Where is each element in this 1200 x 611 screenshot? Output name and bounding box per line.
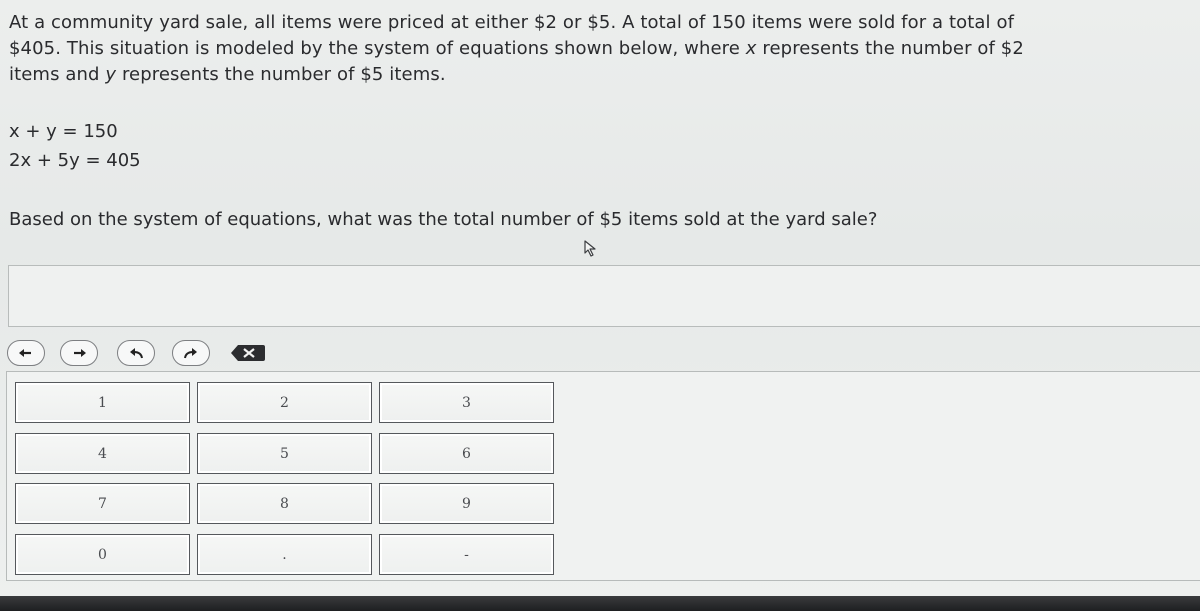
undo-button[interactable] xyxy=(117,340,155,366)
key-0[interactable]: 0 xyxy=(15,534,190,575)
key-5[interactable]: 5 xyxy=(197,433,372,474)
question-line-1: At a community yard sale, all items were… xyxy=(9,12,1015,33)
equation-system: x + y = 150 2x + 5y = 405 xyxy=(9,117,141,175)
key-3[interactable]: 3 xyxy=(379,382,554,423)
arrow-left-icon xyxy=(19,349,31,357)
question-line-3: items and y represents the number of $5 … xyxy=(9,64,446,85)
key-negative[interactable]: - xyxy=(379,534,554,575)
question-text: At a community yard sale, all items were… xyxy=(9,10,1194,88)
redo-button[interactable] xyxy=(172,340,210,366)
key-1[interactable]: 1 xyxy=(15,382,190,423)
backspace-icon xyxy=(231,345,265,361)
mouse-cursor-icon xyxy=(584,240,596,257)
question-prompt: Based on the system of equations, what w… xyxy=(9,209,878,230)
cursor-left-button[interactable] xyxy=(7,340,45,366)
redo-icon xyxy=(184,348,197,359)
equation-1: x + y = 150 xyxy=(9,121,118,142)
answer-input[interactable] xyxy=(8,265,1200,327)
key-decimal[interactable]: . xyxy=(197,534,372,575)
backspace-button[interactable] xyxy=(229,340,267,366)
question-line-2: $405. This situation is modeled by the s… xyxy=(9,38,1024,59)
keypad: 1 2 3 4 5 6 7 8 9 0 . - xyxy=(6,371,1200,581)
key-9[interactable]: 9 xyxy=(379,483,554,524)
question-screen: At a community yard sale, all items were… xyxy=(0,0,1200,611)
key-6[interactable]: 6 xyxy=(379,433,554,474)
undo-icon xyxy=(130,348,143,359)
arrow-right-icon xyxy=(74,349,86,357)
key-4[interactable]: 4 xyxy=(15,433,190,474)
equation-2: 2x + 5y = 405 xyxy=(9,150,141,171)
cursor-right-button[interactable] xyxy=(60,340,98,366)
screen-bezel xyxy=(0,596,1200,611)
key-8[interactable]: 8 xyxy=(197,483,372,524)
key-2[interactable]: 2 xyxy=(197,382,372,423)
key-7[interactable]: 7 xyxy=(15,483,190,524)
